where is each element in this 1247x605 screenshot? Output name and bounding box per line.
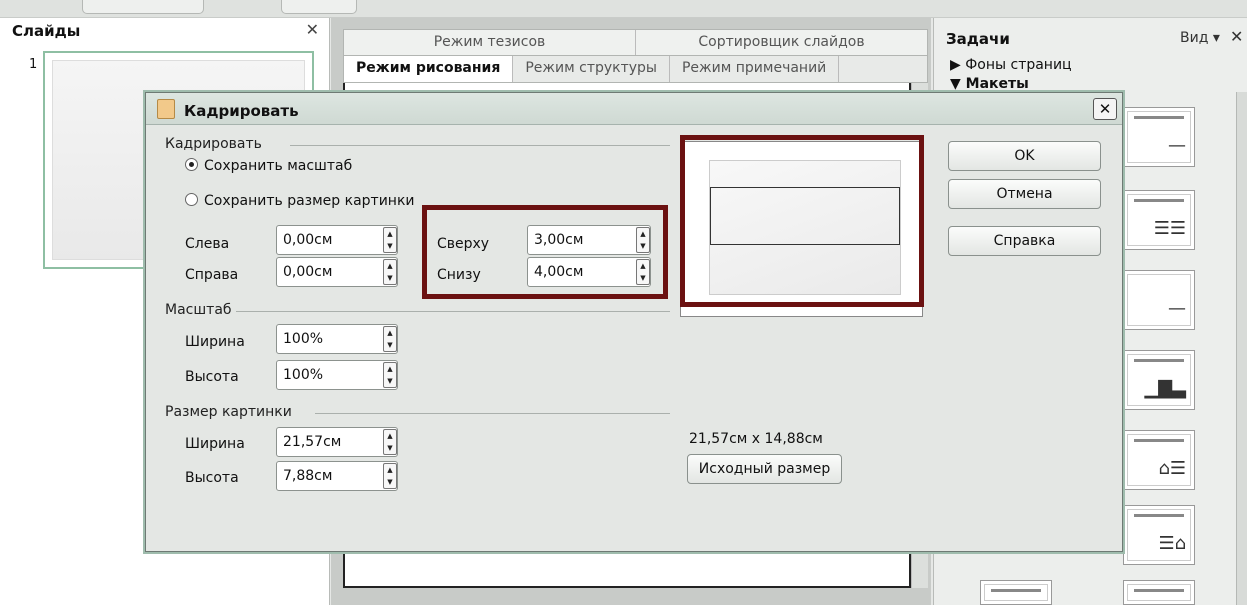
view-tabs-row1: Режим тезисов Сортировщик слайдов (343, 29, 928, 55)
scale-width-input[interactable]: 100% (276, 324, 398, 354)
size-width-label: Ширина (185, 436, 245, 452)
left-spinner[interactable]: ▲ ▼ (383, 227, 397, 253)
size-height-label: Высота (185, 470, 239, 486)
right-input[interactable]: 0,00см (276, 257, 398, 287)
scale-width-spinner[interactable]: ▲ ▼ (383, 326, 397, 352)
highlight-box (680, 135, 924, 307)
task-layouts[interactable]: ▼ Макеты (950, 76, 1029, 92)
keep-scale-label: Сохранить масштаб (204, 158, 353, 174)
left-input[interactable]: 0,00см (276, 225, 398, 255)
layout-item[interactable] (980, 580, 1052, 605)
right-spinner[interactable]: ▲ ▼ (383, 259, 397, 285)
slide-number: 1 (29, 57, 38, 72)
tab-notes[interactable]: Режим примечаний (670, 56, 840, 82)
scale-height-spinner[interactable]: ▲ ▼ (383, 362, 397, 388)
slides-panel-close-icon[interactable]: ✕ (306, 20, 319, 39)
crop-app-icon (157, 99, 175, 119)
slides-panel-title: Слайды (12, 22, 81, 40)
layout-image-text[interactable]: ⌂☰ (1123, 430, 1195, 490)
layout-text-image[interactable]: ☰⌂ (1123, 505, 1195, 565)
dialog-title: Кадрировать (184, 102, 299, 120)
layout-title-only[interactable]: — (1123, 107, 1195, 167)
layout-chart[interactable]: ▁▇▃ (1123, 350, 1195, 410)
left-label: Слева (185, 236, 230, 252)
tasks-view-menu[interactable]: Вид ▾ (1180, 30, 1220, 46)
size-width-spinner[interactable]: ▲ ▼ (383, 429, 397, 455)
tasks-panel-close-icon[interactable]: ✕ (1230, 27, 1243, 46)
layout-item[interactable] (1123, 580, 1195, 605)
highlight-box (422, 205, 668, 299)
radio-selected-icon (185, 158, 198, 171)
task-backgrounds[interactable]: ▶ Фоны страниц (950, 57, 1072, 73)
view-tabs-row2: Режим рисования Режим структуры Режим пр… (343, 55, 928, 83)
tab-slide-sorter[interactable]: Сортировщик слайдов (636, 30, 927, 55)
divider (236, 311, 670, 312)
size-height-spinner[interactable]: ▲ ▼ (383, 463, 397, 489)
radio-empty-icon (185, 193, 198, 206)
cancel-button[interactable]: Отмена (948, 179, 1101, 209)
scale-width-label: Ширина (185, 334, 245, 350)
help-button[interactable]: Справка (948, 226, 1101, 256)
size-width-input[interactable]: 21,57см (276, 427, 398, 457)
keep-scale-radio[interactable]: Сохранить масштаб (185, 158, 352, 174)
tab-drawing[interactable]: Режим рисования (344, 56, 514, 82)
toolbar-field[interactable] (281, 0, 357, 14)
toolbar-field[interactable] (82, 0, 204, 14)
scale-section-title: Масштаб (165, 302, 232, 318)
keep-size-label: Сохранить размер картинки (204, 193, 415, 209)
divider (290, 145, 670, 146)
crop-section-title: Кадрировать (165, 136, 262, 152)
right-label: Справа (185, 267, 239, 283)
ok-button[interactable]: OK (948, 141, 1101, 171)
size-section-title: Размер картинки (165, 404, 292, 420)
tab-outline[interactable]: Режим тезисов (344, 30, 636, 55)
tab-structure[interactable]: Режим структуры (513, 56, 670, 82)
scale-height-label: Высота (185, 369, 239, 385)
layout-title-line[interactable]: — (1123, 270, 1195, 330)
keep-size-radio[interactable]: Сохранить размер картинки (185, 193, 415, 209)
original-size-button[interactable]: Исходный размер (687, 454, 842, 484)
size-height-input[interactable]: 7,88см (276, 461, 398, 491)
original-dimensions: 21,57см x 14,88см (689, 431, 823, 447)
divider (315, 413, 670, 414)
layout-two-lists[interactable]: ☰☰ (1123, 190, 1195, 250)
dialog-close-icon[interactable]: ✕ (1093, 98, 1117, 120)
tasks-scrollbar[interactable] (1236, 92, 1247, 605)
scale-height-input[interactable]: 100% (276, 360, 398, 390)
